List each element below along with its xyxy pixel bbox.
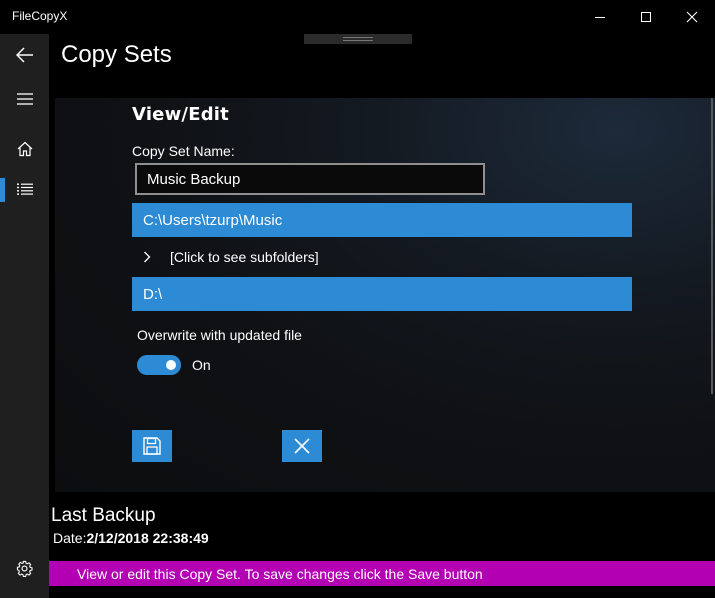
scrollbar[interactable] [711, 98, 713, 394]
selection-indicator [0, 178, 5, 202]
home-icon [17, 141, 32, 157]
destination-path-text: D:\ [143, 285, 163, 303]
close-icon [294, 438, 310, 454]
chevron-right-icon [143, 251, 157, 263]
back-arrow-icon [15, 47, 33, 63]
date-value: 2/12/2018 22:38:49 [86, 530, 209, 546]
list-icon [16, 183, 33, 195]
destination-path-row[interactable]: D:\ [132, 277, 632, 311]
back-button[interactable] [0, 34, 49, 76]
last-backup-date: Date:2/12/2018 22:38:49 [53, 530, 209, 546]
source-path-row[interactable]: C:\Users\tzurp\Music [132, 203, 632, 237]
app-window: FileCopyX Copy Sets View/Edit Copy Set N… [0, 0, 715, 598]
maximize-icon [641, 12, 651, 22]
drag-handle[interactable] [304, 34, 412, 44]
title-bar[interactable]: FileCopyX [0, 0, 715, 34]
date-label: Date: [53, 530, 87, 546]
subfolders-label: [Click to see subfolders] [170, 249, 319, 265]
source-path-text: C:\Users\tzurp\Music [143, 211, 283, 229]
view-edit-panel: View/Edit Copy Set Name: C:\Users\tzurp\… [55, 98, 715, 492]
overwrite-label: Overwrite with updated file [137, 327, 302, 343]
hamburger-menu-button[interactable] [0, 79, 49, 119]
gear-icon [16, 560, 33, 577]
close-window-button[interactable] [669, 0, 715, 34]
nav-item-home[interactable] [0, 129, 49, 169]
status-bar: View or edit this Copy Set. To save chan… [49, 561, 715, 586]
toggle-knob [166, 360, 176, 370]
cancel-button[interactable] [282, 430, 322, 462]
settings-button[interactable] [0, 548, 49, 588]
overwrite-state-text: On [192, 357, 211, 373]
hamburger-menu-icon [16, 93, 33, 105]
nav-rail [0, 34, 49, 598]
app-title: FileCopyX [12, 9, 68, 23]
minimize-button[interactable] [577, 0, 623, 34]
copy-set-name-label: Copy Set Name: [132, 143, 235, 159]
status-message: View or edit this Copy Set. To save chan… [77, 565, 483, 582]
nav-item-copy-sets[interactable] [0, 169, 49, 209]
overwrite-toggle[interactable] [137, 355, 181, 375]
save-icon [143, 437, 161, 455]
minimize-icon [595, 17, 605, 18]
close-icon [686, 11, 698, 23]
subfolders-expander[interactable]: [Click to see subfolders] [143, 245, 319, 269]
maximize-button[interactable] [623, 0, 669, 34]
last-backup-heading: Last Backup [51, 505, 156, 526]
copy-set-name-input[interactable] [135, 163, 485, 195]
page-title: Copy Sets [61, 41, 172, 68]
section-title: View/Edit [132, 104, 229, 125]
save-button[interactable] [132, 430, 172, 462]
